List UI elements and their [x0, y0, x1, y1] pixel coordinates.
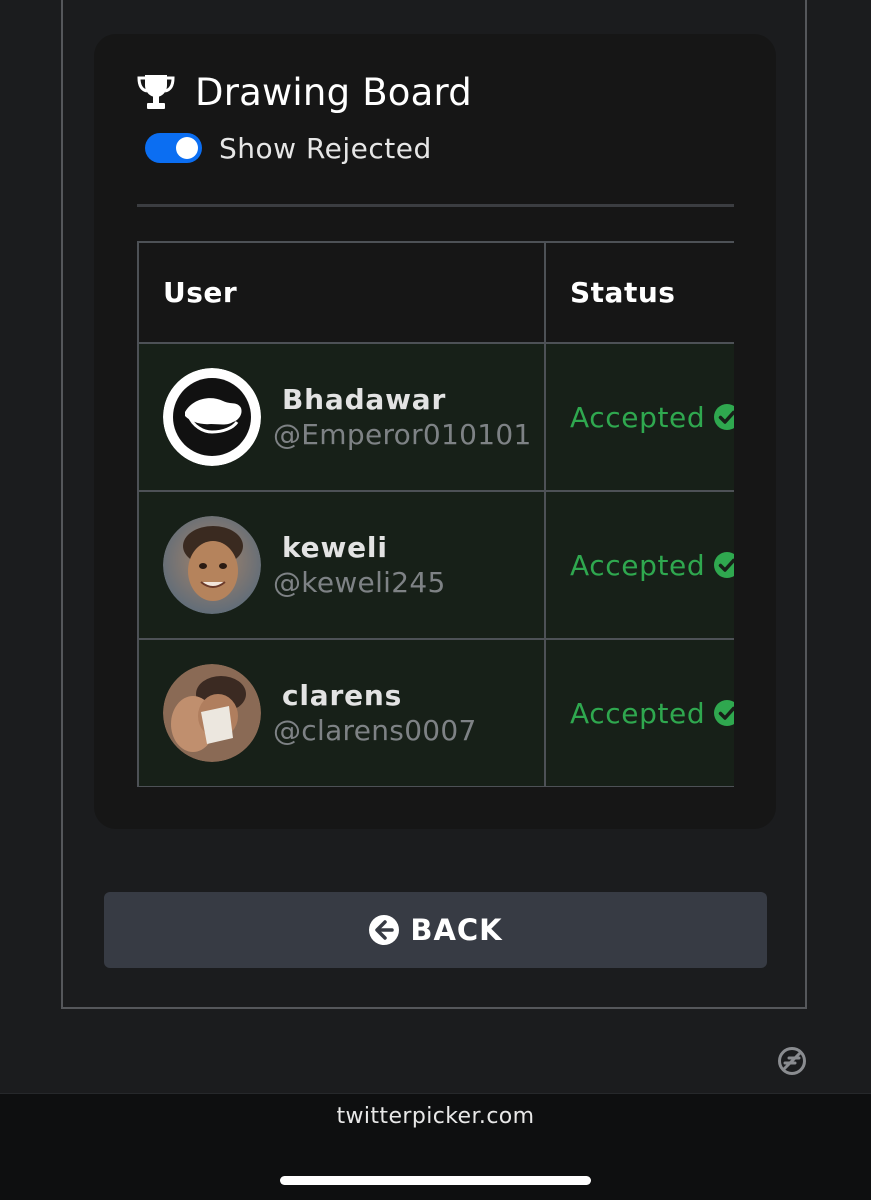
- show-rejected-label: Show Rejected: [219, 131, 432, 165]
- table-row: keweli @keweli245 Accepted: [137, 490, 734, 640]
- user-handle[interactable]: @keweli245: [273, 566, 446, 599]
- user-handle[interactable]: @Emperor010101: [273, 418, 532, 451]
- status-text: Accepted: [570, 548, 706, 582]
- card-header: Drawing Board: [136, 70, 472, 114]
- url-text[interactable]: twitterpicker.com: [0, 1104, 871, 1129]
- participants-table-scroll[interactable]: User Status Bhadawar @Emperor010101 Acce…: [137, 241, 734, 787]
- user-column-header: User: [137, 241, 546, 344]
- check-circle-icon: [714, 700, 734, 726]
- user-name: clarens: [282, 679, 403, 712]
- status-cell: Accepted: [544, 342, 734, 492]
- user-name: Bhadawar: [282, 383, 447, 416]
- show-rejected-toggle[interactable]: [145, 133, 202, 163]
- show-rejected-row: Show Rejected: [145, 130, 432, 166]
- toggle-knob: [176, 137, 198, 159]
- status-cell: Accepted: [544, 490, 734, 640]
- trophy-icon: [137, 75, 175, 109]
- user-cell: keweli @keweli245: [137, 490, 546, 640]
- user-handle[interactable]: @clarens0007: [273, 714, 477, 747]
- user-cell: Bhadawar @Emperor010101: [137, 342, 546, 492]
- card-title: Drawing Board: [195, 70, 472, 114]
- status-cell: Accepted: [544, 638, 734, 787]
- user-name: keweli: [282, 531, 388, 564]
- page: Drawing Board Show Rejected User Status: [0, 0, 871, 1200]
- check-circle-icon: [714, 552, 734, 578]
- home-indicator[interactable]: [280, 1176, 591, 1185]
- disabled-icon[interactable]: [777, 1046, 807, 1076]
- table-row: Bhadawar @Emperor010101 Accepted: [137, 342, 734, 492]
- avatar[interactable]: [163, 664, 261, 762]
- avatar[interactable]: [163, 368, 261, 466]
- status-text: Accepted: [570, 696, 706, 730]
- check-circle-icon: [714, 404, 734, 430]
- user-cell: clarens @clarens0007: [137, 638, 546, 787]
- avatar[interactable]: [163, 516, 261, 614]
- back-label: BACK: [410, 913, 503, 947]
- status-column-header: Status: [544, 241, 734, 344]
- arrow-left-circle-icon: [369, 915, 400, 945]
- table-header-row: User Status: [137, 241, 734, 344]
- participants-table: User Status Bhadawar @Emperor010101 Acce…: [137, 241, 734, 787]
- back-button[interactable]: BACK: [104, 892, 767, 968]
- browser-url-bar[interactable]: twitterpicker.com: [0, 1093, 871, 1200]
- table-row: clarens @clarens0007 Accepted: [137, 638, 734, 787]
- status-text: Accepted: [570, 400, 706, 434]
- header-divider: [137, 204, 734, 207]
